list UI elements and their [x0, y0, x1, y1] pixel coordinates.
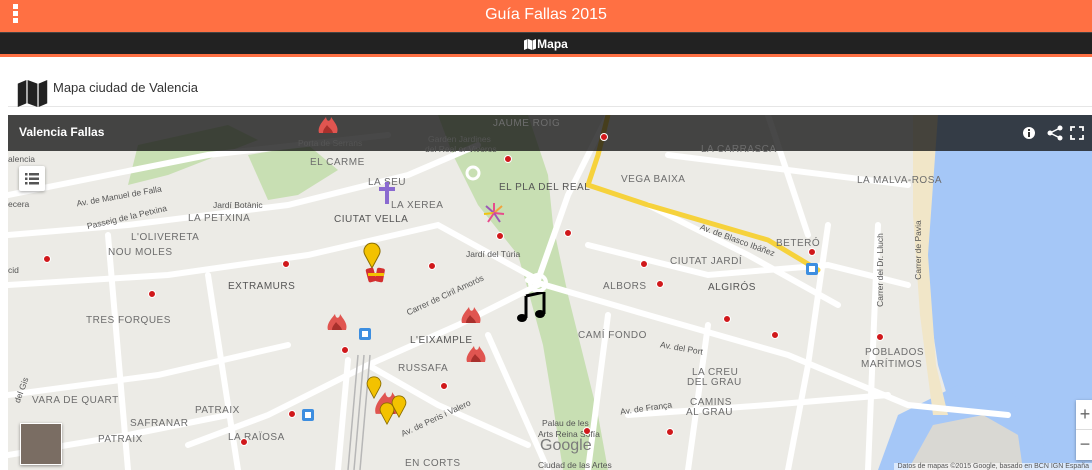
falla-fire-icon[interactable] [326, 312, 348, 332]
location-pin-icon[interactable] [390, 394, 408, 418]
map-label: EL PLA DEL REAL [499, 182, 591, 193]
tab-mapa[interactable]: Mapa [0, 33, 1092, 55]
map-label: LA CARRASCA [701, 144, 777, 155]
falla-location-dot[interactable] [723, 315, 731, 323]
map-label: L'OLIVERETA [131, 232, 200, 243]
app-header: Guía Fallas 2015 [0, 0, 1092, 32]
map-label: Ciudad de las Artes [538, 460, 612, 470]
map-label: EL CARME [310, 157, 365, 168]
page-heading: Mapa ciudad de Valencia [8, 70, 1092, 107]
map-label: LA PETXINA [188, 213, 251, 224]
google-logo: Google [540, 437, 592, 454]
street-view-thumbnail[interactable] [20, 423, 62, 465]
map-label: LA RAÏOSA [228, 432, 285, 443]
map-label: Garden Jardines [428, 134, 491, 144]
cross-icon[interactable] [378, 182, 396, 204]
falla-location-dot[interactable] [640, 260, 648, 268]
map-label: Palau de les [542, 418, 589, 428]
falla-location-dot[interactable] [148, 290, 156, 298]
falla-fire-icon[interactable] [460, 305, 482, 325]
map-base [8, 115, 1092, 470]
map-label: CIUTAT JARDÍ [670, 256, 743, 267]
falla-location-dot[interactable] [496, 232, 504, 240]
falla-location-dot[interactable] [771, 331, 779, 339]
metro-station-icon [302, 409, 314, 421]
zoom-out-button[interactable]: − [1076, 429, 1092, 459]
firecracker-icon[interactable] [364, 260, 390, 286]
falla-location-dot[interactable] [282, 260, 290, 268]
tab-mapa-label: Mapa [537, 37, 568, 51]
map-label: AL GRAU [686, 407, 734, 418]
map-label: RUSSAFA [398, 363, 449, 374]
map-label: EN CORTS [405, 458, 461, 469]
map-label: VARA DE QUART [32, 395, 119, 406]
map-label: Porta de Serrans [298, 138, 363, 148]
map-label: Jardí Botànic [213, 200, 263, 210]
falla-location-dot[interactable] [666, 428, 674, 436]
map-label: NOU MOLES [108, 247, 173, 258]
falla-location-dot[interactable] [440, 382, 448, 390]
falla-location-dot[interactable] [656, 280, 664, 288]
zoom-in-button[interactable]: + [1076, 400, 1092, 429]
zoom-control: + − [1076, 400, 1092, 460]
map-label: POBLADOS [865, 347, 925, 358]
map-label: cid [8, 265, 19, 275]
map-label: DEL GRAU [687, 377, 742, 388]
map-label: EXTRAMURS [228, 281, 296, 292]
map-icon [17, 80, 48, 107]
map-title: Valencia Fallas [19, 125, 105, 139]
falla-location-dot[interactable] [876, 333, 884, 341]
map-label: Carrer del Dr. Lluch [874, 233, 885, 307]
map-attribution: Datos de mapas ©2015 Google, basado en B… [894, 463, 1092, 470]
map-label: ALGIRÓS [708, 282, 756, 293]
map-label: CAMÍ FONDO [578, 330, 647, 341]
falla-fire-icon[interactable] [465, 344, 487, 364]
map-label: PATRAIX [195, 405, 240, 416]
map-label: JAUME ROIG [493, 118, 561, 129]
app-title: Guía Fallas 2015 [485, 6, 607, 23]
map-label: Jardí del Túria [466, 249, 521, 259]
falla-location-dot[interactable] [341, 346, 349, 354]
list-icon [25, 173, 39, 185]
share-icon[interactable] [1046, 124, 1064, 142]
falla-location-dot[interactable] [428, 262, 436, 270]
map-label: Carrer de Pavia [912, 220, 923, 280]
fireworks-icon[interactable] [482, 201, 506, 227]
falla-location-dot[interactable] [288, 410, 296, 418]
map-label: VEGA BAIXA [621, 174, 686, 185]
map-label: ecera [8, 199, 30, 209]
falla-location-dot[interactable] [808, 248, 816, 256]
falla-location-dot[interactable] [583, 427, 591, 435]
nav-bar: Mapa [0, 32, 1092, 57]
falla-location-dot[interactable] [564, 229, 572, 237]
falla-location-dot[interactable] [600, 133, 608, 141]
map-label: LA MALVA-ROSA [857, 175, 943, 186]
falla-location-dot[interactable] [240, 438, 248, 446]
falla-fire-icon[interactable] [317, 115, 339, 135]
map-label: alencia [8, 154, 35, 164]
map-label: L'EIXAMPLE [410, 335, 473, 346]
fullscreen-icon[interactable] [1068, 124, 1086, 142]
map-label: PATRAIX [98, 434, 143, 445]
map-label: SAFRANAR [130, 418, 189, 429]
info-icon[interactable] [1020, 124, 1038, 142]
metro-station-icon [806, 263, 818, 275]
metro-station-icon [359, 328, 371, 340]
falla-location-dot[interactable] [504, 155, 512, 163]
map-label: TRES FORQUES [86, 315, 171, 326]
map-label: del Real or Viveros [425, 144, 497, 154]
falla-location-dot[interactable] [43, 255, 51, 263]
map-label: MARÍTIMOS [861, 359, 923, 370]
page-title: Mapa ciudad de Valencia [53, 80, 199, 95]
legend-button[interactable] [19, 166, 45, 191]
music-note-icon[interactable] [516, 292, 548, 324]
map-icon [524, 39, 537, 50]
map-view[interactable]: Valencia Fallas JAUME ROIG Porta de Serr… [8, 115, 1092, 470]
map-label: LA XEREA [391, 200, 444, 211]
map-label: ALBORS [603, 281, 647, 292]
map-label: CIUTAT VELLA [334, 214, 409, 225]
